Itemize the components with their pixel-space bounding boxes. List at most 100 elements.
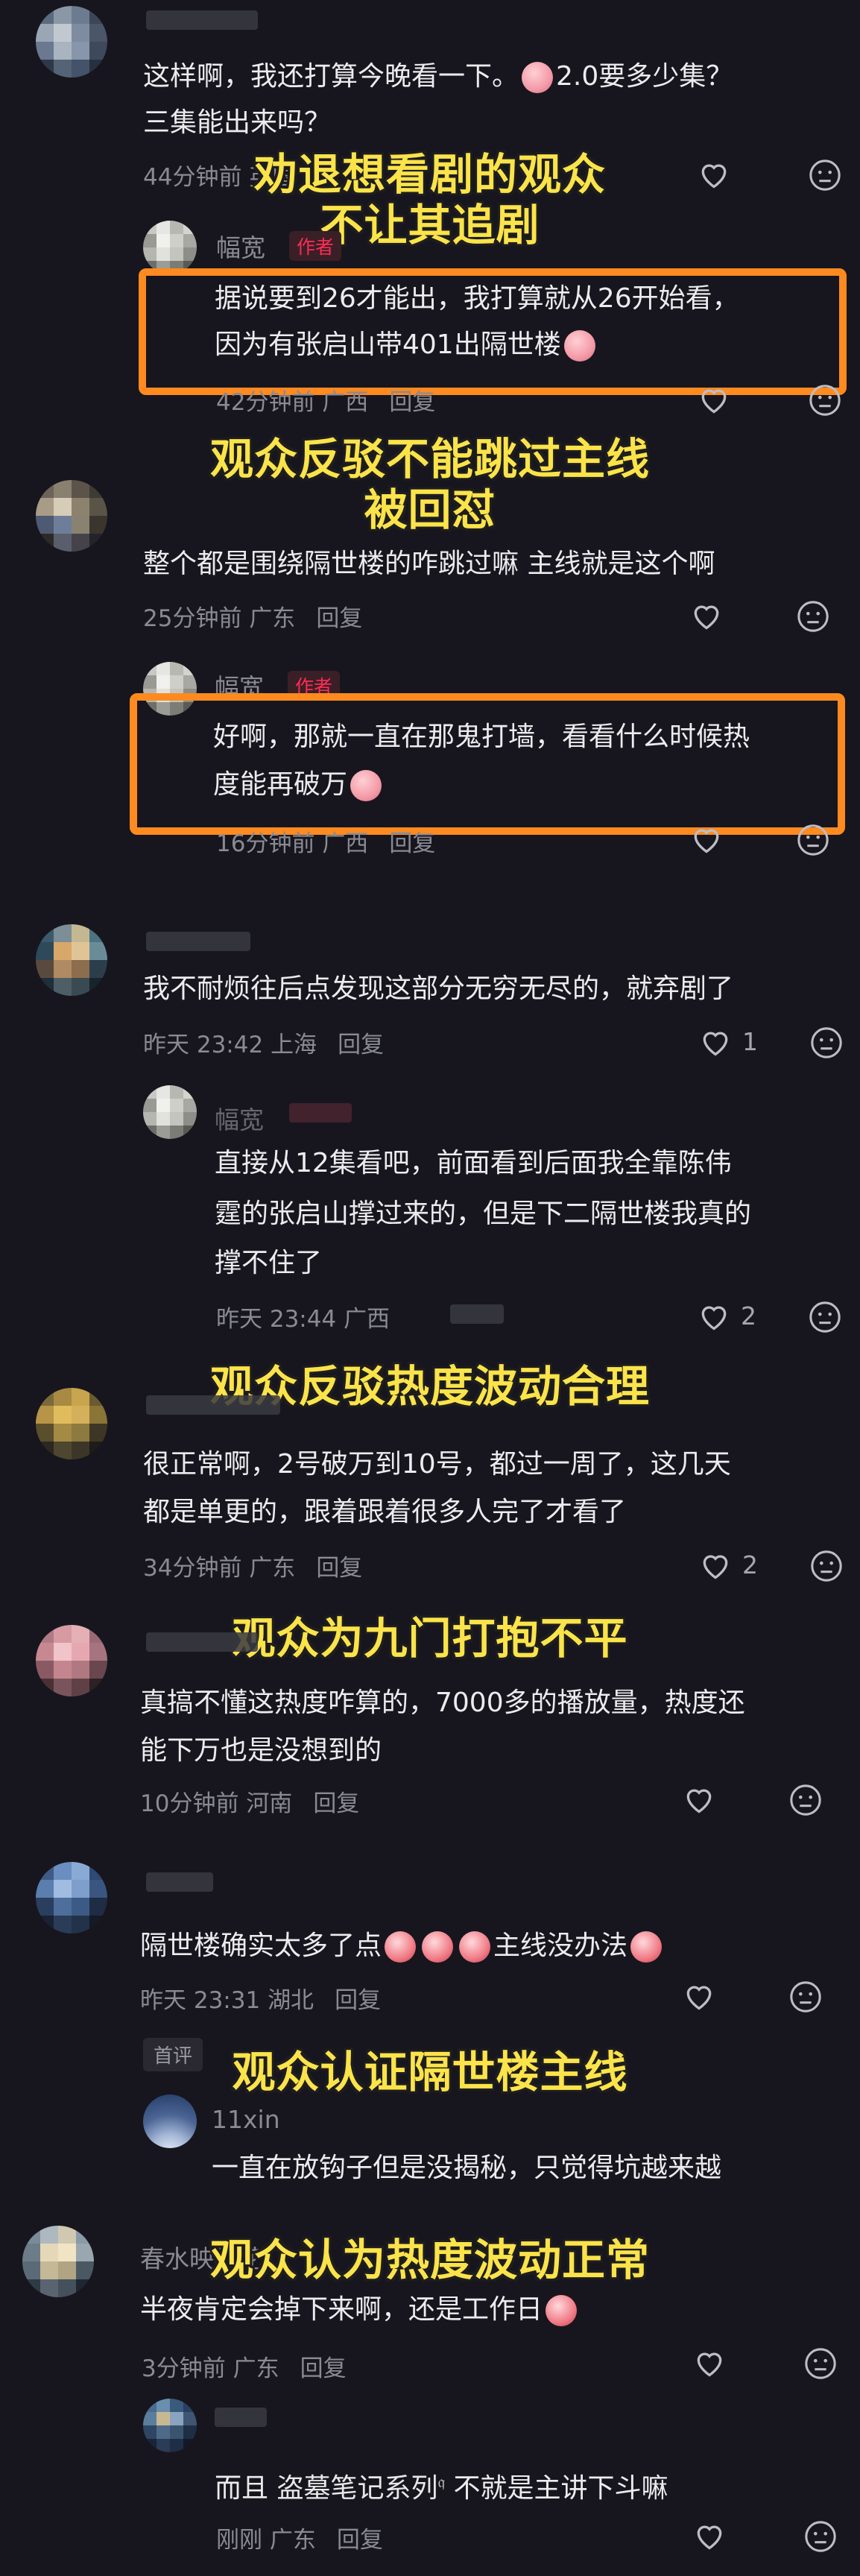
comment-text-line: 一直在放钩子但是没揭秘，只觉得坑越来越: [212, 2153, 722, 2183]
dislike-face-icon[interactable]: [788, 1783, 823, 1817]
reply-link[interactable]: 回复: [335, 1987, 381, 2014]
dislike-face-icon[interactable]: [803, 2519, 838, 2554]
comment-text-line: 都是单更的，跟着跟着很多人完了才看了: [143, 1497, 627, 1527]
comment-text-line: 直接从12集看吧，前面看到后面我全靠陈伟: [215, 1148, 732, 1178]
comment-text-line: 这样啊，我还打算今晚看一下。: [143, 61, 519, 92]
dislike-face-icon[interactable]: [808, 383, 842, 417]
reply-link[interactable]: 回复: [389, 830, 435, 857]
avatar[interactable]: [36, 1862, 107, 1933]
avatar[interactable]: [36, 6, 107, 78]
reply-link[interactable]: 回复: [300, 2355, 347, 2382]
reply-link[interactable]: 回复: [389, 389, 435, 416]
overlay-caption: 观众反驳热度波动合理: [209, 1361, 650, 1412]
comment-meta: 昨天 23:31 湖北 回复: [140, 1981, 381, 2015]
user-avatar[interactable]: [143, 2094, 197, 2148]
location-label: 广东: [249, 1555, 296, 1582]
location-label: 河南: [246, 1790, 293, 1817]
comment-meta: 42分钟前 广西 回复: [216, 383, 435, 417]
like-heart-icon[interactable]: [683, 1783, 715, 1816]
emoji-icon: [522, 62, 554, 93]
comment-text-line: 好啊，那就一直在那鬼打墙，看看什么时候热: [213, 722, 750, 752]
reply-link-blurred[interactable]: [450, 1304, 504, 1324]
comment-meta: 3分钟前 广东 回复: [142, 2349, 347, 2383]
comment-meta: 昨天 23:44 广西: [216, 1300, 390, 1333]
reply-link[interactable]: 回复: [337, 2527, 383, 2554]
search-link[interactable]: 盗墓笔记系列𝔮: [276, 2473, 445, 2504]
reply-link[interactable]: 回复: [313, 1790, 359, 1817]
reply-link[interactable]: 回复: [316, 1555, 362, 1582]
dislike-face-icon[interactable]: [796, 823, 830, 857]
location-label: 广东: [269, 2527, 316, 2554]
dislike-face-icon[interactable]: [788, 1980, 823, 2014]
dislike-face-icon[interactable]: [808, 158, 842, 192]
location-label: 广西: [322, 389, 369, 416]
overlay-caption: 不让其追剧: [320, 200, 540, 250]
dislike-face-icon[interactable]: [796, 599, 830, 634]
comment-text-line: 据说要到26才能出，我打算就从26开始看，: [215, 283, 739, 314]
dislike-face-icon[interactable]: [809, 1549, 844, 1583]
time-label: 25分钟前: [143, 605, 242, 632]
location-label: 上海: [271, 1032, 317, 1058]
username-blurred[interactable]: [146, 1395, 280, 1415]
comment-meta: 25分钟前 广东 回复: [143, 599, 362, 633]
author-avatar[interactable]: [143, 221, 197, 274]
username-blurred[interactable]: [146, 10, 258, 30]
reply-link[interactable]: 回复: [338, 1032, 384, 1058]
like-heart-icon[interactable]: [698, 383, 730, 416]
comment-text-line: 而且: [215, 2473, 269, 2504]
dislike-face-icon[interactable]: [808, 1300, 842, 1334]
overlay-caption: 观众认为热度波动正常: [209, 2235, 650, 2285]
comment-text: 而且 盗墓笔记系列𝔮 不就是主讲下斗嘛: [215, 2460, 668, 2512]
username-blurred[interactable]: [146, 932, 250, 951]
author-name[interactable]: 11xin: [212, 2105, 280, 2134]
avatar[interactable]: [36, 924, 107, 996]
like-heart-icon[interactable]: [699, 1549, 732, 1582]
dislike-face-icon[interactable]: [803, 2346, 838, 2381]
emoji-icon: [350, 770, 382, 801]
search-icon[interactable]: 𝔮: [437, 2473, 445, 2492]
avatar[interactable]: [36, 1388, 107, 1459]
author-name[interactable]: 幅宽: [216, 228, 265, 264]
username-blurred[interactable]: [146, 1872, 213, 1892]
author-avatar[interactable]: [143, 1085, 197, 1139]
comment-text: 这样啊，我还打算今晚看一下。 2.0要多少集？: [143, 54, 733, 100]
author-badge: 作者: [289, 231, 342, 261]
avatar[interactable]: [143, 2399, 197, 2452]
comment-meta: 34分钟前 广东 回复: [143, 1549, 362, 1582]
comment-text-line: 霆的张启山撑过来的，但是下二隔世楼我真的: [215, 1199, 752, 1229]
like-heart-icon[interactable]: [699, 1026, 732, 1058]
crying-emoji-icon: [385, 1931, 417, 1963]
like-heart-icon[interactable]: [693, 2519, 726, 2552]
like-heart-icon[interactable]: [698, 1300, 730, 1333]
username-blurred[interactable]: [215, 2408, 267, 2427]
comment-text-line: 2.0要多少集？: [556, 61, 733, 92]
comment-text: 度能再破万: [213, 762, 385, 808]
comment-text-line: 撑不住了: [215, 1248, 323, 1278]
location-label: 广东: [249, 605, 296, 632]
comment-text-line: 主线没办法: [493, 1931, 628, 1961]
avatar[interactable]: [36, 1625, 107, 1696]
like-count: 2: [742, 1550, 758, 1579]
username-blurred[interactable]: [146, 1632, 258, 1652]
like-heart-icon[interactable]: [690, 823, 723, 856]
comment-text-line: 整个都是围绕隔世楼的咋跳过嘛 主线就是这个啊: [143, 549, 715, 579]
like-heart-icon[interactable]: [690, 599, 723, 632]
comment-text-line: 我不耐烦往后点发现这部分无穷无尽的，就弃剧了: [143, 973, 734, 1004]
overlay-caption: 被回怼: [364, 484, 496, 535]
comment-meta: 昨天 23:42 上海 回复: [143, 1026, 384, 1059]
like-heart-icon[interactable]: [683, 1980, 715, 2012]
time-label: 昨天 23:42: [143, 1032, 264, 1058]
comment-meta: 16分钟前 广西 回复: [216, 824, 435, 858]
comment-text-line: 隔世楼确实太多了点: [140, 1931, 382, 1961]
comment-text: 半夜肯定会掉下来啊，还是工作日: [140, 2287, 580, 2333]
comment-text-line: 不就是主讲下斗嘛: [453, 2473, 668, 2504]
like-heart-icon[interactable]: [693, 2346, 726, 2379]
author-name[interactable]: 幅宽: [215, 1100, 264, 1136]
location-label: 湖北: [268, 1987, 314, 2014]
reply-link[interactable]: 回复: [316, 605, 362, 632]
avatar[interactable]: [36, 480, 107, 552]
comment-text: 隔世楼确实太多了点 主线没办法: [140, 1923, 665, 1969]
search-link-text[interactable]: 盗墓笔记系列: [276, 2473, 437, 2504]
like-heart-icon[interactable]: [698, 158, 730, 191]
dislike-face-icon[interactable]: [809, 1026, 844, 1060]
